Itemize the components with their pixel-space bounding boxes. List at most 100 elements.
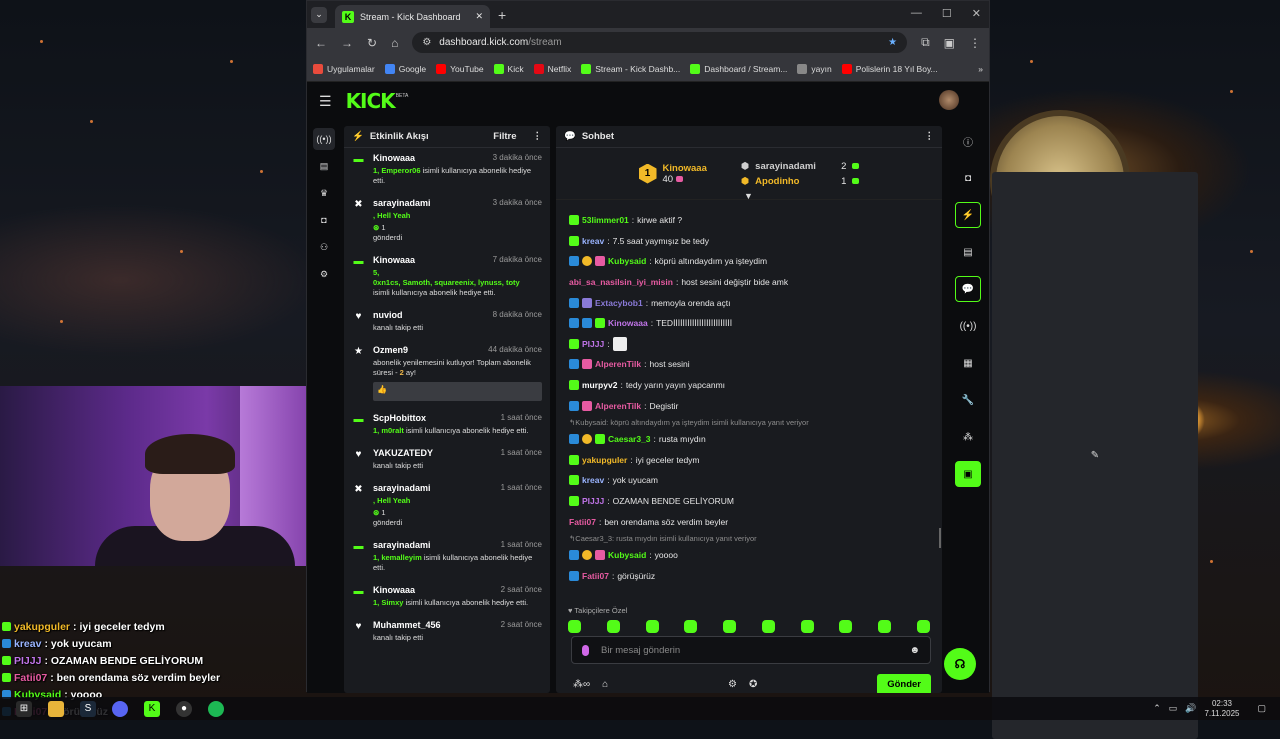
- spotify-icon[interactable]: [208, 700, 224, 717]
- chat-username[interactable]: abi_sa_nasilsin_iyi_misin: [569, 277, 673, 287]
- chevron-up-icon[interactable]: ⌃: [1153, 703, 1161, 714]
- home-icon[interactable]: ⌂: [391, 36, 398, 50]
- emoji-icon[interactable]: ☻: [909, 645, 920, 656]
- info-icon[interactable]: ⓘ: [955, 128, 981, 154]
- chat-input[interactable]: Bir mesaj gönderin ☻: [571, 636, 931, 664]
- emote-button[interactable]: [916, 620, 930, 633]
- kick-logo[interactable]: KICK: [346, 89, 396, 113]
- broadcast-icon[interactable]: ((•)): [313, 128, 335, 150]
- tab-stream[interactable]: K Stream - Kick Dashboard ✕: [335, 5, 490, 28]
- menu-kebab-icon[interactable]: ⋮: [969, 36, 981, 50]
- chat-scrollbar[interactable]: [939, 528, 941, 548]
- chat-username[interactable]: 53limmer01: [582, 215, 629, 225]
- leaderboard-name[interactable]: sarayinadami: [755, 161, 835, 172]
- event-username[interactable]: Kinowaaa: [373, 153, 415, 163]
- chat-username[interactable]: Kubysaid: [608, 550, 646, 560]
- chat-username[interactable]: Fatii07: [569, 517, 596, 527]
- bookmark-item[interactable]: Uygulamalar: [313, 64, 375, 74]
- chat-mod-icon[interactable]: ✪: [749, 679, 757, 690]
- bookmark-item[interactable]: YouTube: [436, 64, 484, 74]
- emote-button[interactable]: [878, 620, 892, 633]
- emote-button[interactable]: [800, 620, 814, 633]
- chat-username[interactable]: Fatii07: [582, 571, 609, 581]
- url-field[interactable]: ⚙ dashboard.kick.com/stream ★: [412, 32, 908, 53]
- event-username[interactable]: Ozmen9: [373, 345, 408, 355]
- emote-button[interactable]: [684, 620, 698, 633]
- chat-username[interactable]: PIJJJ: [582, 339, 604, 349]
- reload-icon[interactable]: ↻: [367, 36, 377, 50]
- wrench-icon[interactable]: 🔧: [955, 387, 981, 413]
- users-icon[interactable]: ⚇: [313, 236, 335, 258]
- site-info-icon[interactable]: ⚙: [422, 37, 431, 48]
- chat-username[interactable]: Caesar3_3: [608, 434, 651, 444]
- clock[interactable]: 02:33 7.11.2025: [1204, 699, 1239, 719]
- camera-icon[interactable]: ◘: [313, 209, 335, 231]
- edit-icon[interactable]: ✎: [992, 172, 1198, 739]
- chat-username[interactable]: kreav: [582, 236, 604, 246]
- tab-search-button[interactable]: ⌄: [311, 6, 327, 23]
- emote-button[interactable]: [645, 620, 659, 633]
- chat-username[interactable]: yakupguler: [582, 455, 627, 465]
- leaderboard-name[interactable]: Apodinho: [755, 176, 835, 187]
- event-username[interactable]: YAKUZATEDY: [373, 448, 433, 458]
- filter-button[interactable]: Filtre: [493, 131, 516, 142]
- chat-username[interactable]: PIJJJ: [582, 496, 604, 506]
- chat-username[interactable]: AlperenTilk: [595, 401, 641, 411]
- event-username[interactable]: Muhammet_456: [373, 620, 441, 630]
- camera-rail-icon[interactable]: ◘: [955, 165, 981, 191]
- chat-settings-icon[interactable]: ⚙: [728, 679, 737, 690]
- event-username[interactable]: ScpHobittox: [373, 413, 426, 423]
- chat-username[interactable]: Extacybob1: [595, 298, 643, 308]
- close-window-button[interactable]: ✕: [972, 7, 981, 20]
- network-icon[interactable]: ▭: [1169, 703, 1178, 714]
- clapper-icon[interactable]: ▣: [955, 461, 981, 487]
- support-headset-icon[interactable]: ☊: [944, 648, 976, 680]
- user-avatar[interactable]: [939, 90, 959, 110]
- extensions-icon[interactable]: ⧉: [921, 35, 930, 50]
- panel-icon[interactable]: ▤: [313, 155, 335, 177]
- chat-menu-icon[interactable]: ⋮: [925, 131, 935, 142]
- bookmark-item[interactable]: Dashboard / Stream...: [690, 64, 787, 74]
- new-tab-button[interactable]: +: [498, 7, 506, 23]
- bookmark-item[interactable]: Stream - Kick Dashb...: [581, 64, 680, 74]
- chat-username[interactable]: Kinowaaa: [608, 318, 648, 328]
- obs-icon[interactable]: ●: [176, 700, 192, 717]
- leader-name[interactable]: Kinowaaa: [663, 163, 707, 174]
- notification-icon[interactable]: ▢: [1257, 703, 1266, 714]
- chat-username[interactable]: murpyv2: [582, 380, 617, 390]
- bookmark-item[interactable]: yayın: [797, 64, 832, 74]
- emote-button[interactable]: [723, 620, 737, 633]
- profile-icon[interactable]: ▣: [944, 36, 955, 50]
- event-username[interactable]: nuviod: [373, 310, 403, 320]
- activity-toggle-icon[interactable]: ⚡: [955, 202, 981, 228]
- broadcast-rail-icon[interactable]: ((•)): [955, 313, 981, 339]
- bookmark-item[interactable]: Google: [384, 64, 426, 74]
- activity-menu-icon[interactable]: ⋮: [533, 131, 543, 142]
- event-username[interactable]: sarayinadami: [373, 198, 431, 208]
- chat-username[interactable]: AlperenTilk: [595, 359, 641, 369]
- maximize-button[interactable]: ☐: [942, 7, 952, 20]
- trophy-icon[interactable]: ♛: [313, 182, 335, 204]
- event-username[interactable]: Kinowaaa: [373, 585, 415, 595]
- close-icon[interactable]: ✕: [475, 11, 483, 22]
- bookmark-item[interactable]: Kick: [493, 64, 524, 74]
- event-username[interactable]: sarayinadami: [373, 540, 431, 550]
- hamburger-menu-icon[interactable]: ☰: [319, 93, 332, 110]
- collapse-icon[interactable]: ▼: [744, 191, 753, 201]
- more-bookmarks-icon[interactable]: »: [978, 64, 983, 74]
- store-icon[interactable]: ⌂: [602, 679, 608, 690]
- chat-toggle-icon[interactable]: 💬: [955, 276, 981, 302]
- settings-icon[interactable]: ⚙: [313, 263, 335, 285]
- emote-button[interactable]: [761, 620, 775, 633]
- chat-username[interactable]: Kubysaid: [608, 256, 646, 266]
- forward-icon[interactable]: →: [341, 36, 353, 50]
- start-icon[interactable]: ⊞: [16, 700, 32, 717]
- emote-button[interactable]: [606, 620, 620, 633]
- emote-button[interactable]: [839, 620, 853, 633]
- kick-app-icon[interactable]: K: [144, 700, 160, 717]
- explorer-icon[interactable]: [48, 700, 64, 717]
- minimize-button[interactable]: —: [911, 7, 922, 20]
- mic-icon[interactable]: [582, 644, 589, 656]
- back-icon[interactable]: ←: [315, 36, 327, 50]
- share-icon[interactable]: ⁂: [955, 424, 981, 450]
